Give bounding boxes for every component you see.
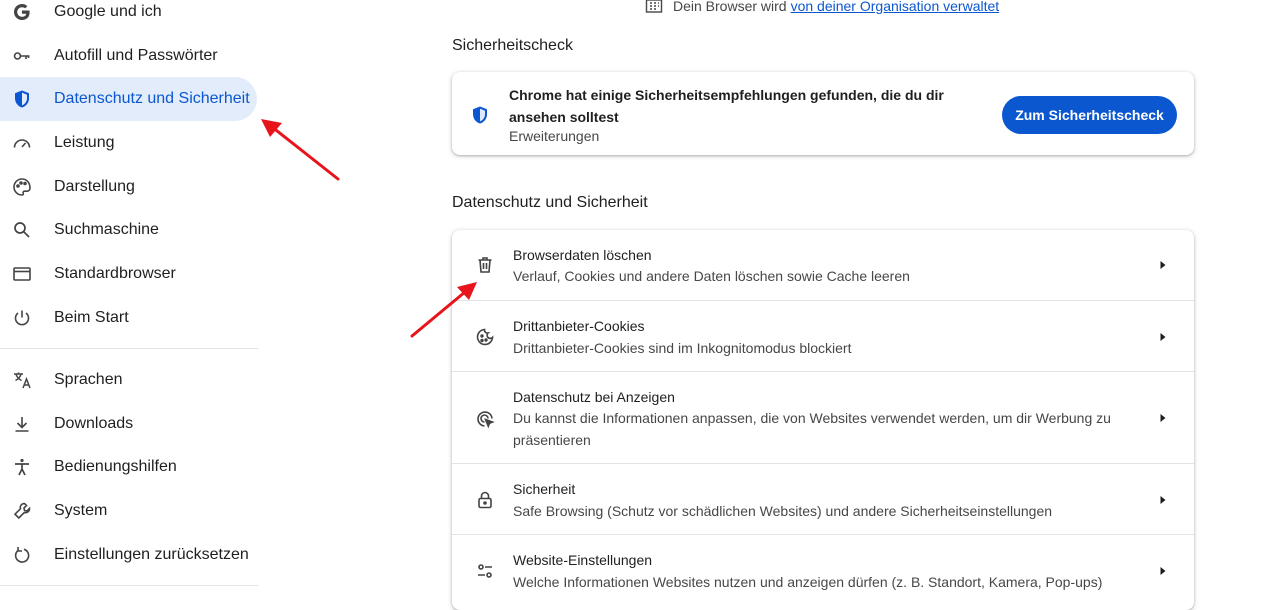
sidebar-item-label: Sprachen (54, 371, 123, 388)
row-title: Browserdaten löschen (513, 247, 652, 263)
sidebar-item-label: Google und ich (54, 3, 162, 20)
cookie-icon (474, 326, 496, 348)
sidebar-item-default-browser[interactable]: Standardbrowser (0, 252, 257, 296)
sidebar-divider (0, 585, 258, 586)
chevron-right-icon (1160, 333, 1166, 341)
sidebar-item-reset[interactable]: Einstellungen zurücksetzen (0, 533, 257, 577)
sidebar-item-languages[interactable]: Sprachen (0, 358, 257, 402)
row-clear-browsing-data[interactable]: Browserdaten löschen Verlauf, Cookies un… (452, 230, 1194, 300)
sidebar-item-google[interactable]: Google und ich (0, 0, 257, 34)
sidebar-item-search-engine[interactable]: Suchmaschine (0, 208, 257, 252)
chevron-right-icon (1160, 567, 1166, 575)
privacy-card: Browserdaten löschen Verlauf, Cookies un… (452, 230, 1194, 610)
sidebar-item-label: Autofill und Passwörter (54, 47, 218, 64)
trash-icon (474, 254, 496, 276)
reset-icon (12, 545, 32, 565)
sidebar-item-label: Standardbrowser (54, 265, 176, 282)
sidebar-item-label: Bedienungshilfen (54, 458, 177, 475)
row-title: Sicherheit (513, 481, 576, 497)
row-third-party-cookies[interactable]: Drittanbieter-Cookies Drittanbieter-Cook… (452, 300, 1194, 371)
lock-icon (474, 489, 496, 511)
row-subtitle: Welche Informationen Websites nutzen und… (513, 574, 1103, 590)
google-icon (12, 2, 32, 22)
sidebar-item-label: Darstellung (54, 178, 135, 195)
row-title: Datenschutz bei Anzeigen (513, 389, 675, 405)
wrench-icon (12, 501, 32, 521)
chevron-right-icon (1160, 261, 1166, 269)
privacy-heading: Datenschutz und Sicherheit (452, 194, 648, 211)
sidebar-item-privacy[interactable]: Datenschutz und Sicherheit (0, 77, 257, 121)
power-icon (12, 308, 32, 328)
shield-icon (470, 105, 490, 125)
row-title: Website-Einstellungen (513, 552, 653, 568)
search-icon (12, 220, 32, 240)
sidebar-item-label: System (54, 502, 108, 519)
tune-icon (474, 560, 496, 582)
sidebar-item-label: Einstellungen zurücksetzen (54, 546, 249, 563)
safety-check-card: Chrome hat einige Sicherheitsempfehlunge… (452, 72, 1194, 155)
safety-check-button[interactable]: Zum Sicherheitscheck (1002, 96, 1177, 134)
row-ad-privacy[interactable]: Datenschutz bei Anzeigen Du kannst die I… (452, 371, 1194, 463)
annotation-arrow-sidebar (261, 119, 340, 181)
sidebar-item-label: Downloads (54, 415, 134, 432)
sidebar-item-system[interactable]: System (0, 489, 257, 533)
row-title: Drittanbieter-Cookies (513, 318, 645, 334)
sidebar-item-label: Datenschutz und Sicherheit (54, 90, 250, 107)
sidebar-item-on-startup[interactable]: Beim Start (0, 296, 257, 340)
safety-check-heading: Sicherheitscheck (452, 37, 573, 54)
building-icon (645, 0, 663, 15)
accessibility-icon (12, 457, 32, 477)
sidebar-item-autofill[interactable]: Autofill und Passwörter (0, 34, 257, 78)
row-subtitle: Drittanbieter-Cookies sind im Inkognitom… (513, 340, 852, 356)
managed-notice-text: Dein Browser wird (673, 0, 787, 14)
sidebar-item-label: Beim Start (54, 309, 129, 326)
sidebar-item-label: Leistung (54, 134, 115, 151)
sidebar-divider (0, 348, 258, 349)
browser-window-icon (12, 264, 32, 284)
managed-notice-link[interactable]: von deiner Organisation verwaltet (791, 0, 1000, 14)
sidebar-item-performance[interactable]: Leistung (0, 121, 257, 165)
sidebar-item-downloads[interactable]: Downloads (0, 402, 257, 446)
chevron-right-icon (1160, 414, 1166, 422)
ad-privacy-icon (474, 408, 496, 430)
row-subtitle: Verlauf, Cookies und andere Daten lösche… (513, 268, 910, 284)
shield-icon (12, 89, 32, 109)
chevron-right-icon (1160, 496, 1166, 504)
translate-icon (12, 370, 32, 390)
key-icon (12, 46, 32, 66)
palette-icon (12, 177, 32, 197)
row-security[interactable]: Sicherheit Safe Browsing (Schutz vor sch… (452, 463, 1194, 534)
managed-notice: Dein Browser wird von deiner Organisatio… (645, 0, 999, 15)
row-site-settings[interactable]: Website-Einstellungen Welche Information… (452, 534, 1194, 610)
safety-check-title: Chrome hat einige Sicherheitsempfehlunge… (509, 87, 944, 125)
row-subtitle: Safe Browsing (Schutz vor schädlichen We… (513, 503, 1053, 519)
speedometer-icon (12, 133, 32, 153)
row-subtitle: Du kannst die Informationen anpassen, di… (513, 410, 1111, 448)
sidebar-item-accessibility[interactable]: Bedienungshilfen (0, 445, 257, 489)
sidebar-item-appearance[interactable]: Darstellung (0, 165, 257, 209)
safety-check-subtitle: Erweiterungen (509, 128, 600, 144)
settings-sidebar: Google und ich Autofill und Passwörter D… (0, 0, 260, 600)
sidebar-item-label: Suchmaschine (54, 221, 159, 238)
download-icon (12, 414, 32, 434)
